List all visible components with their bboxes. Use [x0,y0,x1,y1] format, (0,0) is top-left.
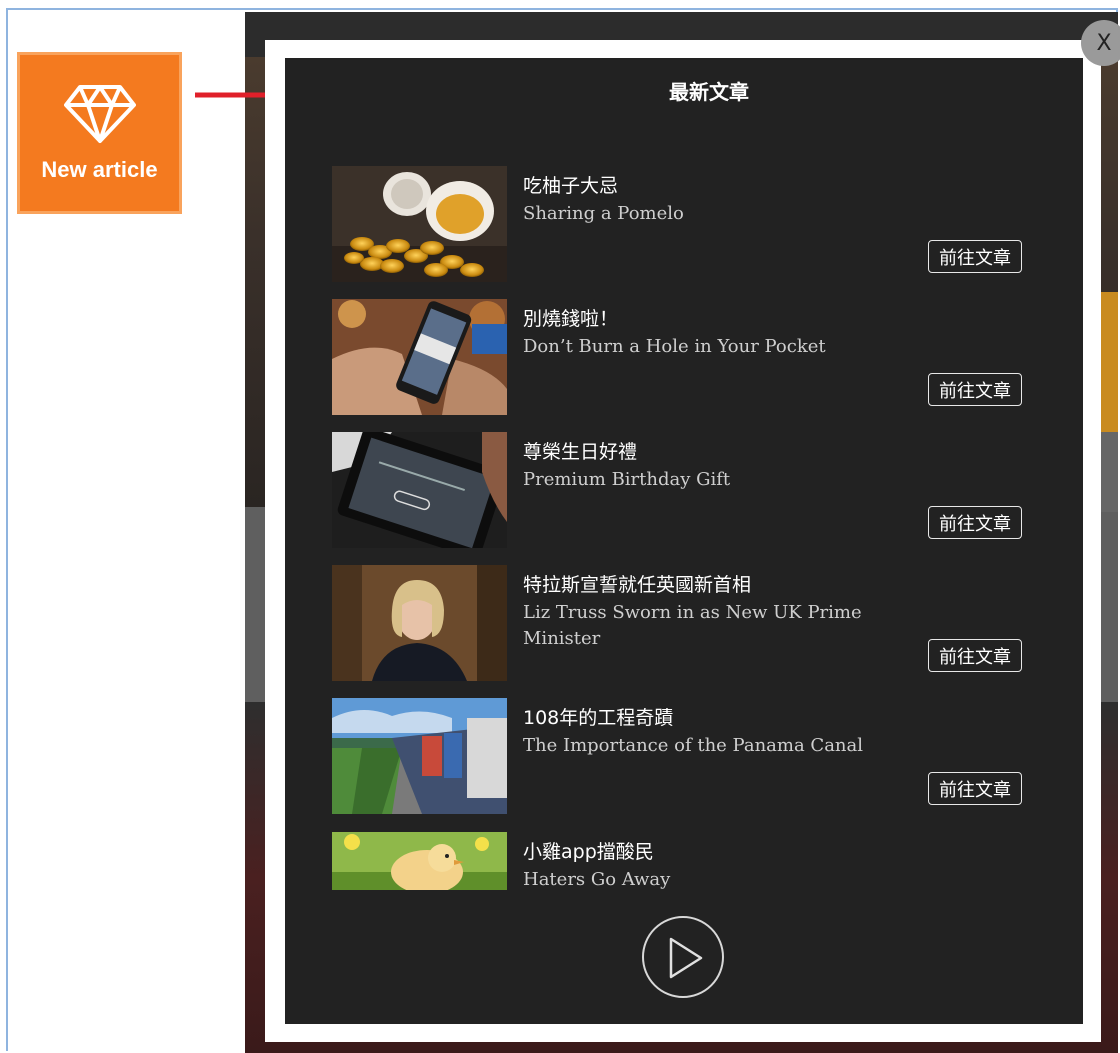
go-to-article-button[interactable]: 前往文章 [928,373,1022,406]
article-thumbnail[interactable] [332,432,507,548]
play-icon [669,937,703,979]
article-item: 108年的工程奇蹟 The Importance of the Panama C… [332,698,1022,816]
article-subtitle: Liz Truss Sworn in as New UK Prime Minis… [523,602,862,649]
article-title[interactable]: 108年的工程奇蹟 [523,703,673,730]
go-to-article-button[interactable]: 前往文章 [928,506,1022,539]
article-subtitle: Don’t Burn a Hole in Your Pocket [523,336,826,357]
article-subtitle: The Importance of the Panama Canal [523,735,864,756]
article-title[interactable]: 特拉斯宣誓就任英國新首相 [523,570,751,597]
article-item: 尊榮生日好禮 Premium Birthday Gift 前往文章 [332,432,1022,550]
article-subtitle: Haters Go Away [523,869,671,890]
article-item: 小雞app擋酸民 Haters Go Away [332,832,1022,892]
article-item: 別燒錢啦！ Don’t Burn a Hole in Your Pocket 前… [332,299,1022,417]
go-to-article-button[interactable]: 前往文章 [928,639,1022,672]
article-thumbnail[interactable] [332,299,507,415]
play-next-button[interactable] [642,916,724,998]
article-title[interactable]: 別燒錢啦！ [523,304,618,331]
badge-label: New article [41,157,158,182]
go-to-article-button[interactable]: 前往文章 [928,772,1022,805]
latest-articles-modal: 最新文章 吃柚子大忌 Sharing a Pomelo 前往文章 別燒錢啦！ D… [285,58,1083,1024]
article-thumbnail[interactable] [332,832,507,890]
article-subtitle: Sharing a Pomelo [523,203,684,224]
go-to-article-button[interactable]: 前往文章 [928,240,1022,273]
article-title[interactable]: 尊榮生日好禮 [523,437,637,464]
article-subtitle: Premium Birthday Gift [523,469,731,490]
diamond-icon [63,85,136,143]
article-thumbnail[interactable] [332,565,507,681]
article-item: 吃柚子大忌 Sharing a Pomelo 前往文章 [332,166,1022,284]
close-button[interactable]: X [1081,20,1120,66]
article-title[interactable]: 小雞app擋酸民 [523,837,654,864]
new-article-badge[interactable]: New article [17,52,182,214]
article-item: 特拉斯宣誓就任英國新首相 Liz Truss Sworn in as New U… [332,565,1022,683]
article-thumbnail[interactable] [332,166,507,282]
modal-title: 最新文章 [669,80,749,104]
article-title[interactable]: 吃柚子大忌 [523,171,618,198]
article-thumbnail[interactable] [332,698,507,814]
